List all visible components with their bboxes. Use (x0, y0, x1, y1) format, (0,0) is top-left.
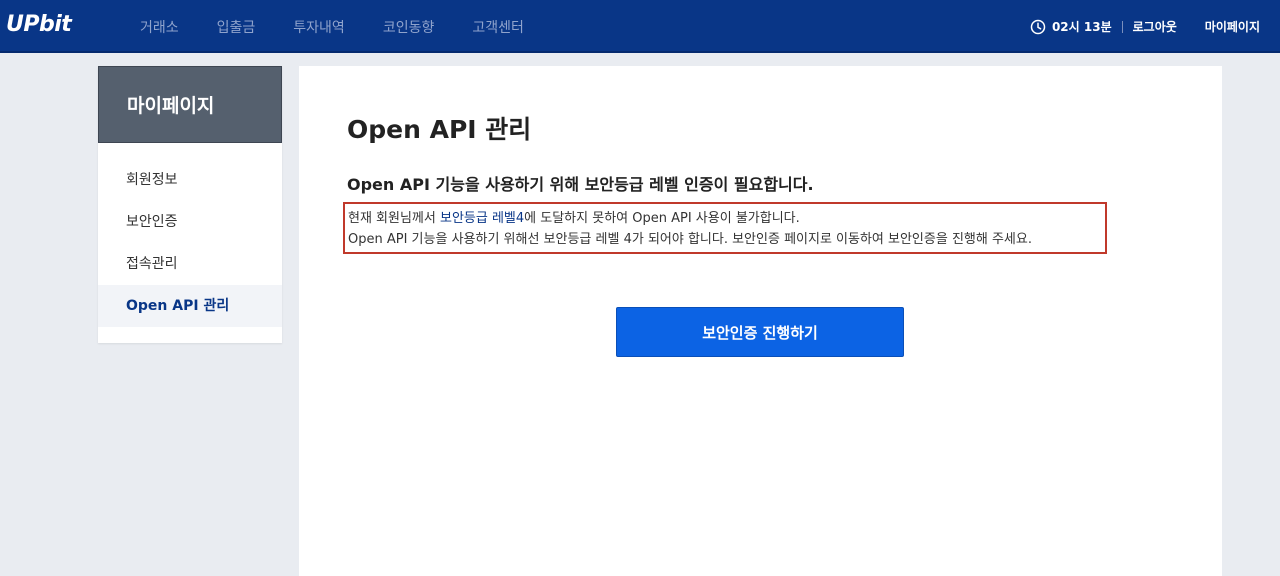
sidebar-item-access-management[interactable]: 접속관리 (98, 243, 282, 285)
start-security-verification-button[interactable]: 보안인증 진행하기 (616, 307, 904, 357)
sidebar-item-open-api[interactable]: Open API 관리 (98, 285, 282, 327)
nav-customer-center[interactable]: 고객센터 (472, 17, 524, 37)
session-time-text: 02시 13분 (1051, 20, 1112, 34)
notice-box: 현재 회원님께서 보안등급 레벨4에 도달하지 못하여 Open API 사용이… (343, 202, 1107, 254)
clock-icon (1030, 19, 1046, 34)
user-menu: 02시 13분 로그아웃 마이페이지 (1030, 0, 1260, 53)
divider (1121, 20, 1123, 33)
nav-deposit-withdraw[interactable]: 입출금 (217, 17, 256, 37)
sidebar-item-member-info[interactable]: 회원정보 (98, 159, 282, 201)
sidebar-title: 마이페이지 (98, 66, 282, 143)
main-panel: Open API 관리 Open API 기능을 사용하기 위해 보안등급 레벨… (299, 66, 1222, 576)
nav-investments[interactable]: 투자내역 (293, 17, 345, 37)
notice-text: 에 도달하지 못하여 Open API 사용이 불가합니다. (524, 211, 800, 226)
sidebar: 마이페이지 회원정보 보안인증 접속관리 Open API 관리 (98, 66, 282, 343)
notice-line-1: 현재 회원님께서 보안등급 레벨4에 도달하지 못하여 Open API 사용이… (348, 208, 1105, 229)
sidebar-item-security[interactable]: 보안인증 (98, 201, 282, 243)
top-nav-bar: UPbit 거래소 입출금 투자내역 코인동향 고객센터 02시 13분 로그아… (0, 0, 1280, 53)
security-level-highlight: 보안등급 레벨4 (440, 211, 525, 226)
nav-exchange[interactable]: 거래소 (140, 17, 179, 37)
page-subtitle: Open API 기능을 사용하기 위해 보안등급 레벨 인증이 필요합니다. (347, 175, 814, 194)
notice-line-2: Open API 기능을 사용하기 위해선 보안등급 레벨 4가 되어야 합니다… (348, 232, 1032, 247)
upbit-logo[interactable]: UPbit (6, 12, 72, 37)
main-nav: 거래소 입출금 투자내역 코인동향 고객센터 (140, 0, 562, 53)
logout-link[interactable]: 로그아웃 (1133, 18, 1177, 35)
session-timer: 02시 13분 (1030, 18, 1112, 35)
sidebar-menu: 회원정보 보안인증 접속관리 Open API 관리 (98, 143, 282, 327)
nav-coin-trends[interactable]: 코인동향 (383, 17, 435, 37)
mypage-link[interactable]: 마이페이지 (1205, 18, 1260, 35)
page-title: Open API 관리 (347, 115, 532, 144)
notice-text: 현재 회원님께서 (348, 211, 440, 226)
